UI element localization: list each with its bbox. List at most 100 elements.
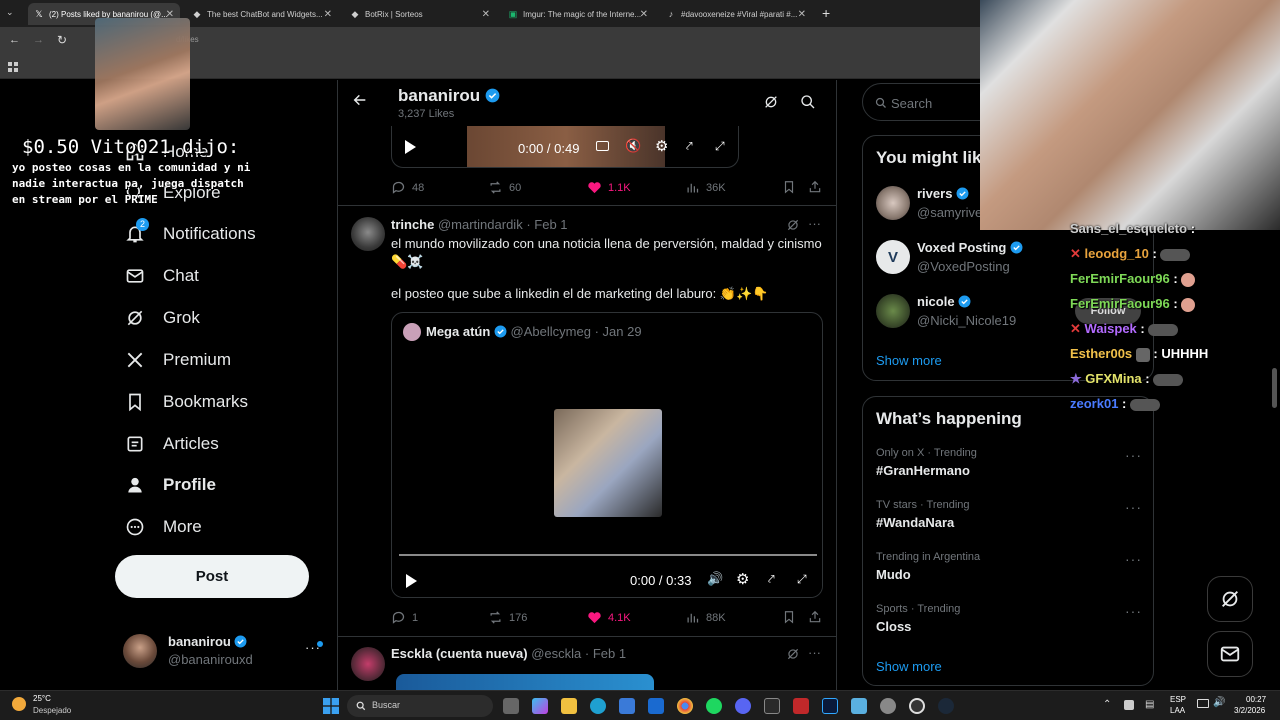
grok-float-button[interactable]: [1207, 576, 1253, 622]
progress-track[interactable]: [399, 554, 817, 556]
messages-float-button[interactable]: [1207, 631, 1253, 677]
close-tab-icon[interactable]: ✕: [798, 9, 806, 20]
share-icon[interactable]: [808, 610, 822, 629]
chrome-icon[interactable]: [677, 698, 693, 714]
steam-icon[interactable]: [938, 698, 954, 714]
show-more-link[interactable]: Show more: [876, 353, 942, 368]
repost-button[interactable]: 176: [488, 610, 527, 625]
video-player[interactable]: 0:00 / 0:49 🔇 ⚙ ⤤ ⤢: [391, 126, 739, 168]
nav-articles[interactable]: Articles: [124, 429, 219, 459]
popout-icon[interactable]: ⤤: [686, 139, 693, 154]
tab-botrix[interactable]: ◆ BotRix | Sorteos ✕: [344, 3, 496, 25]
store-icon[interactable]: [619, 698, 635, 714]
app-icon[interactable]: [764, 698, 780, 714]
play-icon[interactable]: [404, 140, 416, 159]
notepad-icon[interactable]: [851, 698, 867, 714]
play-icon[interactable]: [405, 574, 417, 593]
grok-icon[interactable]: [763, 94, 779, 115]
captions-icon[interactable]: [596, 141, 609, 151]
like-button[interactable]: 1.1K: [587, 180, 631, 195]
monitor-icon[interactable]: [1197, 699, 1209, 708]
like-button[interactable]: 4.1K: [587, 610, 631, 625]
nav-profile[interactable]: Profile: [124, 470, 216, 500]
clock-date[interactable]: 3/2/2026: [1234, 706, 1265, 715]
avatar[interactable]: [351, 647, 385, 681]
new-tab-button[interactable]: +: [822, 5, 830, 21]
grok-icon[interactable]: [786, 647, 800, 666]
obs-icon[interactable]: [909, 698, 925, 714]
nav-grok[interactable]: Grok: [124, 303, 200, 333]
post-date[interactable]: Feb 1: [534, 217, 567, 232]
close-tab-icon[interactable]: ✕: [324, 9, 332, 20]
quoted-post[interactable]: Mega atún @Abellcymeg · Jan 29 0:00 / 0:…: [391, 312, 823, 598]
nav-premium[interactable]: Premium: [124, 345, 231, 375]
settings-icon[interactable]: ⚙: [736, 570, 749, 588]
tab-tiktok[interactable]: ♪ #davooxeneize #Viral #parati #... ✕: [660, 3, 812, 25]
more-dots-icon[interactable]: ···: [1125, 447, 1142, 463]
trend-item[interactable]: Only on X · Trending #GranHermano: [876, 447, 1146, 478]
fullscreen-icon[interactable]: ⤢: [715, 139, 725, 154]
settings-icon[interactable]: ⚙: [655, 137, 668, 155]
avatar[interactable]: [351, 217, 385, 251]
quoted-video[interactable]: 0:00 / 0:33 🔊 ⚙ ⤤ ⤢: [392, 351, 822, 597]
more-dots-icon[interactable]: ···: [808, 216, 821, 231]
settings-icon[interactable]: [880, 698, 896, 714]
repost-button[interactable]: 60: [488, 180, 521, 195]
file-explorer-icon[interactable]: [561, 698, 577, 714]
spotify-icon[interactable]: [706, 698, 722, 714]
account-switcher[interactable]: bananirou @bananirouxd ···: [123, 632, 323, 672]
trend-item[interactable]: Trending in Argentina Mudo: [876, 551, 1146, 582]
nav-chat[interactable]: Chat: [124, 261, 199, 291]
post-button[interactable]: Post: [115, 555, 309, 598]
more-dots-icon[interactable]: ···: [1125, 603, 1142, 619]
author-name[interactable]: trinche: [391, 217, 434, 232]
more-dots-icon[interactable]: ···: [808, 645, 821, 660]
views-button[interactable]: 88K: [685, 610, 726, 625]
post-date[interactable]: Feb 1: [593, 646, 626, 661]
author-handle[interactable]: @esckla: [531, 646, 581, 661]
more-dots-icon[interactable]: ···: [1125, 499, 1142, 515]
nav-bookmarks[interactable]: Bookmarks: [124, 387, 248, 417]
task-view-icon[interactable]: [503, 698, 519, 714]
clock-time[interactable]: 00:27: [1246, 695, 1266, 704]
windows-start-icon[interactable]: [323, 698, 339, 714]
discord-icon[interactable]: [735, 698, 751, 714]
bookmark-icon[interactable]: [782, 610, 796, 629]
show-more-link[interactable]: Show more: [876, 659, 942, 674]
tab-imgur[interactable]: ▣ Imgur: The magic of the Interne... ✕: [502, 3, 654, 25]
outlook-icon[interactable]: [648, 698, 664, 714]
fullscreen-icon[interactable]: ⤢: [797, 572, 807, 587]
tab-list-button[interactable]: ⌄: [6, 7, 20, 21]
forward-icon[interactable]: →: [33, 34, 44, 46]
bookmark-icon[interactable]: [782, 180, 796, 199]
nav-notifications[interactable]: 2 Notifications: [124, 218, 256, 249]
apps-icon[interactable]: [8, 60, 19, 72]
volume-icon[interactable]: 🔊: [1213, 697, 1225, 708]
lang-indicator[interactable]: ESP: [1170, 695, 1186, 704]
mute-icon[interactable]: 🔇: [625, 138, 641, 154]
scrollbar[interactable]: [1272, 368, 1277, 408]
taskbar-search[interactable]: Buscar: [347, 695, 493, 717]
edge-icon[interactable]: [590, 698, 606, 714]
close-tab-icon[interactable]: ✕: [640, 9, 648, 20]
more-dots-icon[interactable]: ···: [1125, 551, 1142, 567]
nav-more[interactable]: More: [124, 512, 202, 542]
tab-chatbot[interactable]: ◆ The best ChatBot and Widgets... ✕: [186, 3, 338, 25]
tray-icon[interactable]: [1124, 700, 1134, 710]
post-media-preview[interactable]: [396, 674, 654, 690]
app-icon[interactable]: [793, 698, 809, 714]
trend-item[interactable]: Sports · Trending Closs: [876, 603, 1146, 634]
copilot-icon[interactable]: [532, 698, 548, 714]
share-icon[interactable]: [808, 180, 822, 199]
network-icon[interactable]: ▤: [1145, 699, 1154, 710]
weather-widget[interactable]: 25°C Despejado: [12, 694, 82, 718]
volume-icon[interactable]: 🔊: [707, 571, 723, 587]
tray-chevron-icon[interactable]: ⌃: [1103, 699, 1111, 710]
reload-icon[interactable]: ↻: [57, 33, 67, 47]
reply-button[interactable]: 1: [391, 610, 418, 625]
author-name[interactable]: Esckla (cuenta nueva): [391, 646, 528, 661]
reply-button[interactable]: 48: [391, 180, 424, 195]
back-arrow-icon[interactable]: [352, 92, 368, 113]
author-handle[interactable]: @martindardik: [438, 217, 523, 232]
search-icon[interactable]: [800, 94, 816, 115]
